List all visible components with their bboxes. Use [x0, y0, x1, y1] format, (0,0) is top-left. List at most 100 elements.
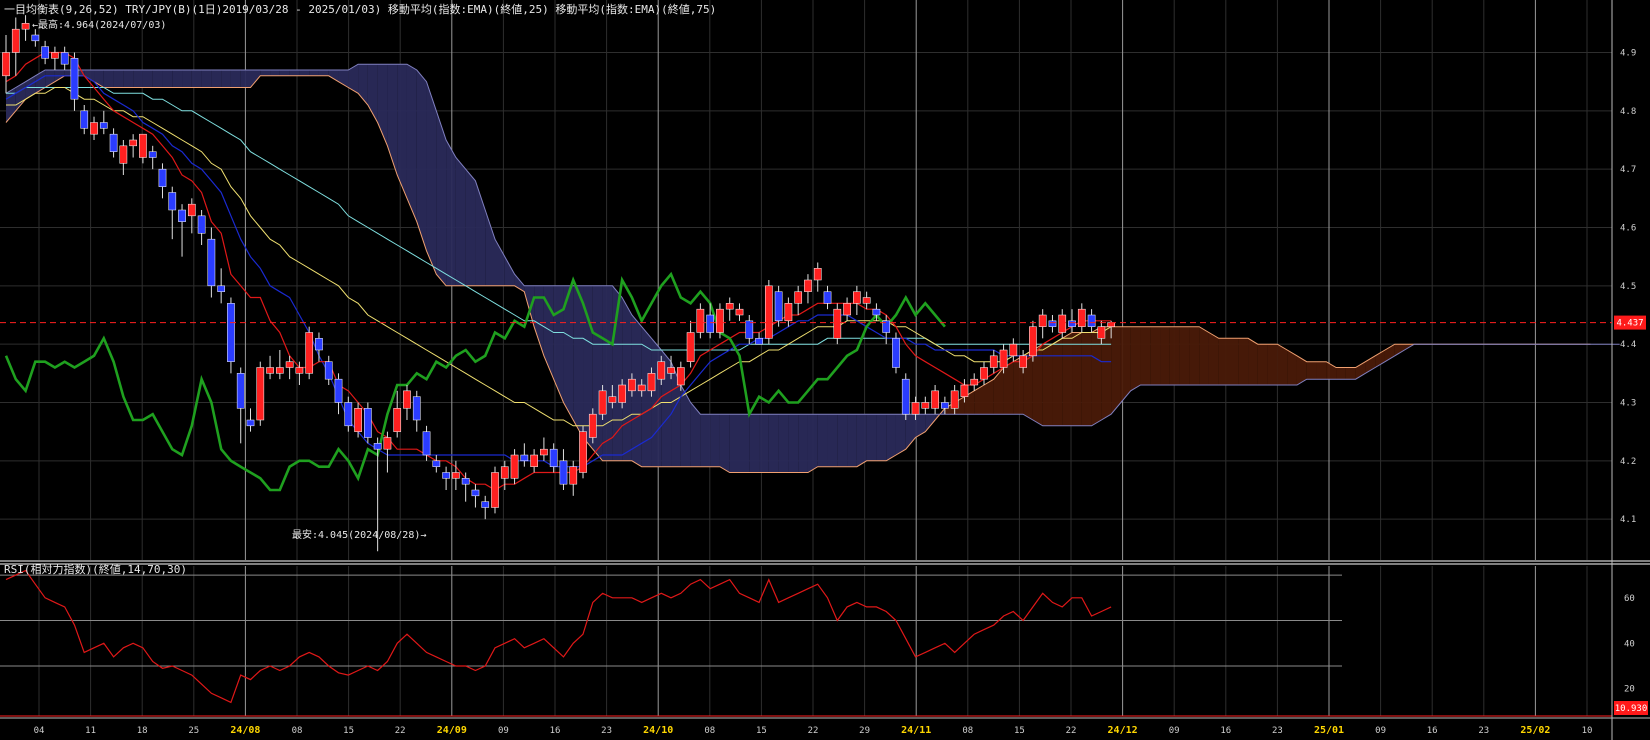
candle-down — [80, 110, 89, 129]
candle-up — [970, 378, 979, 386]
candle-up — [628, 378, 636, 392]
cloud-segment — [680, 385, 691, 467]
cloud-segment — [1003, 361, 1014, 415]
cloud-segment — [387, 64, 398, 175]
cloud-segment — [465, 169, 476, 286]
cloud-segment — [1091, 326, 1102, 426]
rsi-header: RSI(相対力指数)(終値,14,70,30) — [4, 562, 187, 576]
cloud-segment — [1169, 326, 1180, 385]
candle-down — [559, 460, 568, 485]
candle-up — [1038, 314, 1047, 327]
cloud-segment — [1052, 338, 1063, 426]
candle-down — [109, 133, 118, 152]
cloud-segment — [856, 414, 867, 467]
candle-up — [843, 303, 851, 316]
cloud-segment — [768, 414, 779, 473]
cloud-segment — [700, 414, 711, 467]
cloud-segment — [1072, 332, 1082, 426]
tenkan-sen-line — [5, 51, 1112, 491]
chart-window: 4.9 4.8 4.7 4.6 4.5 4.4 4.3 4.2 4.1 04 11 18 25 24/08… — [0, 0, 1650, 740]
candle-up — [1029, 326, 1037, 357]
chart-header: 一目均衡表(9,26,52) TRY/JPY(B)(1日)2019/03/28 … — [4, 2, 716, 16]
candle-down — [197, 215, 206, 234]
candle-up — [813, 268, 822, 281]
cloud-segment — [817, 414, 828, 467]
cloud-segment — [866, 414, 877, 461]
cloud-segment — [807, 414, 818, 473]
candle-down — [344, 402, 353, 427]
cloud-segment — [1101, 326, 1112, 420]
candle-up — [530, 454, 538, 467]
candle-down — [334, 378, 343, 403]
cloud-segment — [729, 414, 740, 473]
candle-up — [960, 384, 969, 397]
candle-down — [755, 338, 763, 345]
cloud-segment — [240, 70, 251, 88]
candle-up — [1009, 343, 1018, 357]
indicator-lines — [4, 51, 1112, 492]
cloud-segment — [993, 367, 1004, 415]
cloud-segment — [221, 70, 231, 88]
candle-up — [911, 402, 920, 415]
candle-up — [588, 413, 597, 438]
cloud-segment — [299, 70, 310, 76]
time-tick-label: 09 — [1169, 726, 1180, 736]
cloud-segment — [1062, 332, 1073, 426]
candle-down — [442, 472, 450, 479]
candle-up — [1019, 355, 1027, 368]
candle-up — [725, 303, 734, 310]
ichimoku-chart[interactable]: 4.9 4.8 4.7 4.6 4.5 4.4 4.3 4.2 4.1 04 11 18 25 24/08… — [0, 0, 1650, 740]
candle-up — [90, 122, 98, 135]
candle-up — [804, 279, 812, 292]
candle-up — [667, 367, 675, 374]
cloud-segment — [1277, 344, 1288, 385]
cloud-segment — [1336, 367, 1346, 380]
candle-up — [1107, 322, 1115, 327]
cloud-segment — [416, 70, 427, 251]
cloud-segment — [113, 70, 124, 88]
cloud-segment — [1238, 338, 1249, 385]
cloud-segment — [1316, 361, 1327, 380]
candle-up — [21, 23, 30, 30]
candle-down — [549, 448, 558, 467]
cloud-segment — [1394, 344, 1405, 356]
cloud-segment — [328, 70, 339, 82]
candle-up — [2, 52, 10, 77]
cloud-segment — [309, 70, 319, 76]
candle-up — [676, 367, 685, 386]
candle-down — [823, 291, 832, 304]
cloud-segment — [1179, 326, 1190, 385]
candle-up — [999, 349, 1008, 368]
current-price-label: 4.437 — [1616, 319, 1643, 329]
price-tick-label: 4.9 — [1620, 49, 1636, 59]
candle-up — [853, 291, 861, 304]
cloud-segment — [876, 414, 887, 461]
cloud-segment — [925, 414, 936, 432]
candle-up — [716, 308, 724, 333]
candle-down — [892, 338, 900, 368]
low-annotation: 最安:4.045(2024/08/28)→ — [292, 528, 426, 541]
time-tick-label: 10 — [1582, 726, 1593, 736]
candle-up — [931, 390, 939, 409]
candle-up — [735, 308, 744, 316]
time-tick-label: 25 — [188, 726, 199, 736]
candle-down — [941, 402, 949, 409]
cloud-segment — [1257, 344, 1268, 385]
cloud-segment — [710, 414, 720, 467]
candle-down — [168, 192, 177, 211]
cloud-segment — [1199, 326, 1209, 385]
cloud-segment — [260, 70, 271, 76]
candle-up — [989, 355, 998, 368]
time-tick-label: 15 — [1014, 726, 1025, 736]
time-tick-label: 04 — [34, 726, 45, 736]
cloud-segment — [318, 70, 329, 76]
time-tick-label: 15 — [343, 726, 354, 736]
candle-up — [637, 384, 646, 392]
candle-down — [315, 338, 323, 351]
price-tick-label: 4.4 — [1620, 340, 1636, 350]
cloud-segment — [211, 70, 222, 88]
cloud-segment — [778, 414, 789, 473]
candle-up — [569, 466, 578, 485]
candle-up — [833, 308, 842, 339]
cloud-segment — [1228, 338, 1239, 385]
